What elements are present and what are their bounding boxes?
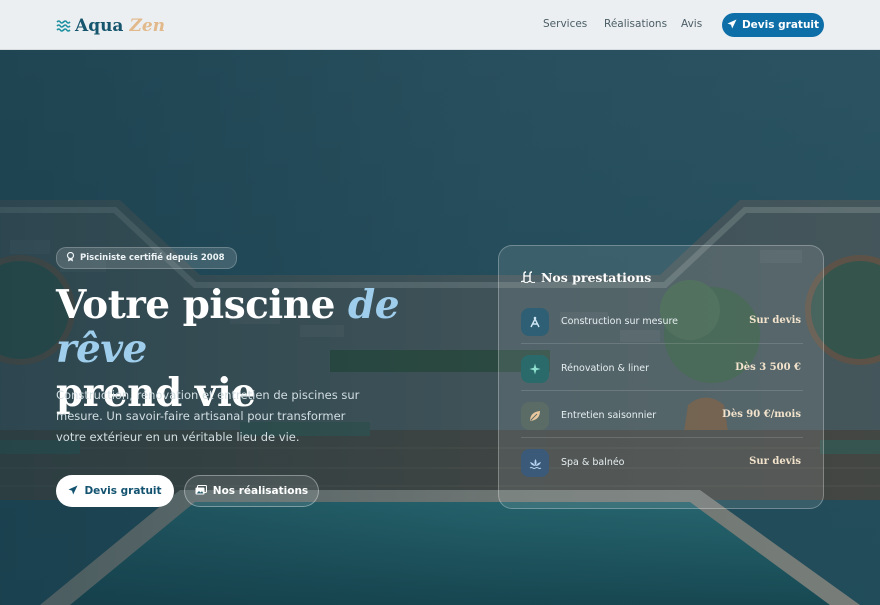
- site-header: Aqua Zen Services Réalisations Avis Devi…: [0, 0, 880, 50]
- portfolio-label: Nos réalisations: [212, 485, 309, 497]
- nav-link-realisations[interactable]: Réalisations: [604, 18, 667, 30]
- service-icon-box: [521, 449, 549, 477]
- service-row[interactable]: Construction sur mesure Sur devis: [521, 303, 803, 344]
- certification-label: Pisciniste certifié depuis 2008: [80, 253, 225, 263]
- hero-title-plain: Votre piscine: [56, 282, 348, 328]
- nav-link-avis[interactable]: Avis: [681, 18, 702, 30]
- service-row[interactable]: Entretien saisonnier Dès 90 €/mois: [521, 397, 803, 438]
- service-name: Rénovation & liner: [561, 363, 649, 374]
- award-icon: [66, 251, 75, 265]
- portfolio-button[interactable]: Nos réalisations: [184, 475, 319, 507]
- leaf-icon: [529, 407, 541, 426]
- paper-plane-icon: [727, 19, 737, 32]
- service-price: Dès 90 €/mois: [722, 409, 801, 420]
- hero-quote-label: Devis gratuit: [84, 485, 162, 497]
- service-price: Dès 3 500 €: [735, 362, 801, 373]
- header-quote-label: Devis gratuit: [741, 19, 820, 31]
- waves-icon: [56, 20, 71, 32]
- header-quote-button[interactable]: Devis gratuit: [722, 13, 824, 37]
- service-name: Entretien saisonnier: [561, 410, 657, 421]
- service-icon-box: [521, 308, 549, 336]
- service-price: Sur devis: [749, 456, 801, 467]
- service-name: Construction sur mesure: [561, 316, 679, 327]
- paper-plane-icon: [68, 485, 78, 498]
- pool-ladder-icon: [520, 268, 536, 287]
- service-icon-box: [521, 402, 549, 430]
- service-row[interactable]: Spa & balnéo Sur devis: [521, 444, 803, 484]
- services-card-header: Nos prestations: [520, 268, 652, 287]
- hero-quote-button[interactable]: Devis gratuit: [56, 475, 174, 507]
- logo[interactable]: Aqua Zen: [56, 14, 165, 38]
- service-price: Sur devis: [749, 315, 801, 326]
- lotus-icon: [529, 454, 542, 473]
- sparkle-icon: [529, 360, 541, 379]
- certification-badge: Pisciniste certifié depuis 2008: [56, 247, 237, 269]
- images-icon: [195, 484, 207, 498]
- service-icon-box: [521, 355, 549, 383]
- service-name: Spa & balnéo: [561, 457, 625, 468]
- nav-link-services[interactable]: Services: [543, 18, 587, 30]
- service-row[interactable]: Rénovation & liner Dès 3 500 €: [521, 350, 803, 391]
- logo-word-zen: Zen: [129, 16, 166, 36]
- compass-icon: [529, 313, 541, 332]
- services-card-title: Nos prestations: [541, 270, 652, 285]
- services-card: Nos prestations Construction sur mesure …: [498, 245, 824, 509]
- logo-word-aqua: Aqua: [75, 16, 124, 36]
- hero-description: Construction, rénovation et entretien de…: [56, 388, 360, 444]
